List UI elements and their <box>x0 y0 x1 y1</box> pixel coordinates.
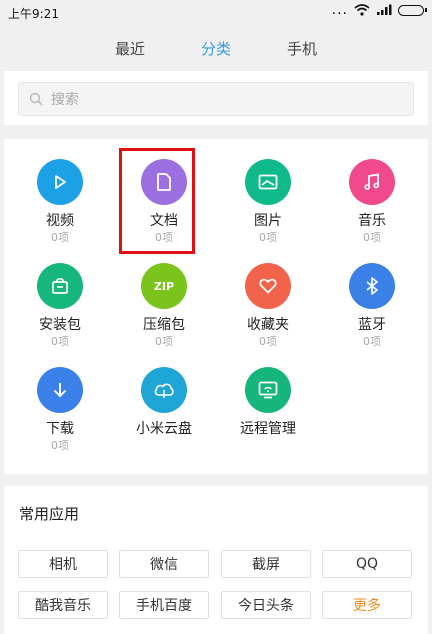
category-name: 压缩包 <box>143 317 185 333</box>
remote-icon <box>245 367 291 413</box>
category-name: 音乐 <box>358 213 386 229</box>
category-document[interactable]: 文档 0项 <box>112 159 216 255</box>
category-count: 0项 <box>51 231 69 244</box>
common-apps-panel: 常用应用 相机 微信 截屏 QQ 酷我音乐 手机百度 今日头条 更多 <box>4 486 428 634</box>
tab-bar: 最近 分类 手机 <box>0 26 432 70</box>
category-music[interactable]: 音乐 0项 <box>320 159 424 255</box>
category-image[interactable]: 图片 0项 <box>216 159 320 255</box>
category-apk[interactable]: 安装包 0项 <box>8 263 112 359</box>
app-kuwo-button[interactable]: 酷我音乐 <box>18 591 108 619</box>
search-panel: 搜索 <box>4 71 428 125</box>
category-video[interactable]: 视频 0项 <box>8 159 112 255</box>
search-input[interactable]: 搜索 <box>18 82 414 116</box>
category-count: 0项 <box>155 335 173 348</box>
tab-phone[interactable]: 手机 <box>281 34 323 63</box>
app-toutiao-button[interactable]: 今日头条 <box>221 591 311 619</box>
download-icon <box>37 367 83 413</box>
play-icon <box>37 159 83 205</box>
battery-icon <box>398 4 427 16</box>
category-name: 文档 <box>150 213 178 229</box>
music-icon <box>349 159 395 205</box>
heart-icon <box>245 263 291 309</box>
category-mi-cloud[interactable]: 小米云盘 <box>112 367 216 463</box>
app-screenshot-button[interactable]: 截屏 <box>221 550 311 578</box>
category-count: 0项 <box>155 231 173 244</box>
category-bluetooth[interactable]: 蓝牙 0项 <box>320 263 424 359</box>
more-apps-button[interactable]: 更多 <box>322 591 412 619</box>
category-grid: 视频 0项 文档 0项 图片 0项 音乐 0项 安装包 0项 ZIP 压缩包 0… <box>4 139 428 474</box>
category-count: 0项 <box>51 335 69 348</box>
more-dots-icon: ... <box>331 2 348 18</box>
common-apps-title: 常用应用 <box>19 505 80 523</box>
image-icon <box>245 159 291 205</box>
category-name: 视频 <box>46 213 74 229</box>
status-time: 上午9:21 <box>8 7 59 21</box>
category-name: 图片 <box>254 213 282 229</box>
category-name: 下载 <box>46 421 74 437</box>
app-baidu-button[interactable]: 手机百度 <box>119 591 209 619</box>
category-count: 0项 <box>259 335 277 348</box>
app-camera-button[interactable]: 相机 <box>18 550 108 578</box>
package-icon <box>37 263 83 309</box>
tab-recent[interactable]: 最近 <box>109 34 151 63</box>
category-name: 蓝牙 <box>358 317 386 333</box>
status-bar: 上午9:21 ... <box>0 0 432 26</box>
category-name: 小米云盘 <box>136 421 192 437</box>
signal-icon <box>377 4 392 15</box>
category-zip[interactable]: ZIP 压缩包 0项 <box>112 263 216 359</box>
zip-icon: ZIP <box>141 263 187 309</box>
wifi-icon <box>354 4 370 16</box>
cloud-icon <box>141 367 187 413</box>
category-count: 0项 <box>259 231 277 244</box>
app-qq-button[interactable]: QQ <box>322 550 412 578</box>
category-name: 安装包 <box>39 317 81 333</box>
app-wechat-button[interactable]: 微信 <box>119 550 209 578</box>
document-icon <box>141 159 187 205</box>
category-count: 0项 <box>363 335 381 348</box>
status-icons: ... <box>331 2 427 18</box>
category-name: 收藏夹 <box>247 317 289 333</box>
category-favorites[interactable]: 收藏夹 0项 <box>216 263 320 359</box>
category-count: 0项 <box>363 231 381 244</box>
category-download[interactable]: 下载 0项 <box>8 367 112 463</box>
tab-category[interactable]: 分类 <box>195 34 237 63</box>
category-remote[interactable]: 远程管理 <box>216 367 320 463</box>
bluetooth-icon <box>349 263 395 309</box>
category-count: 0项 <box>51 439 69 452</box>
category-name: 远程管理 <box>240 421 296 437</box>
search-icon <box>29 92 43 106</box>
search-placeholder: 搜索 <box>51 92 79 108</box>
